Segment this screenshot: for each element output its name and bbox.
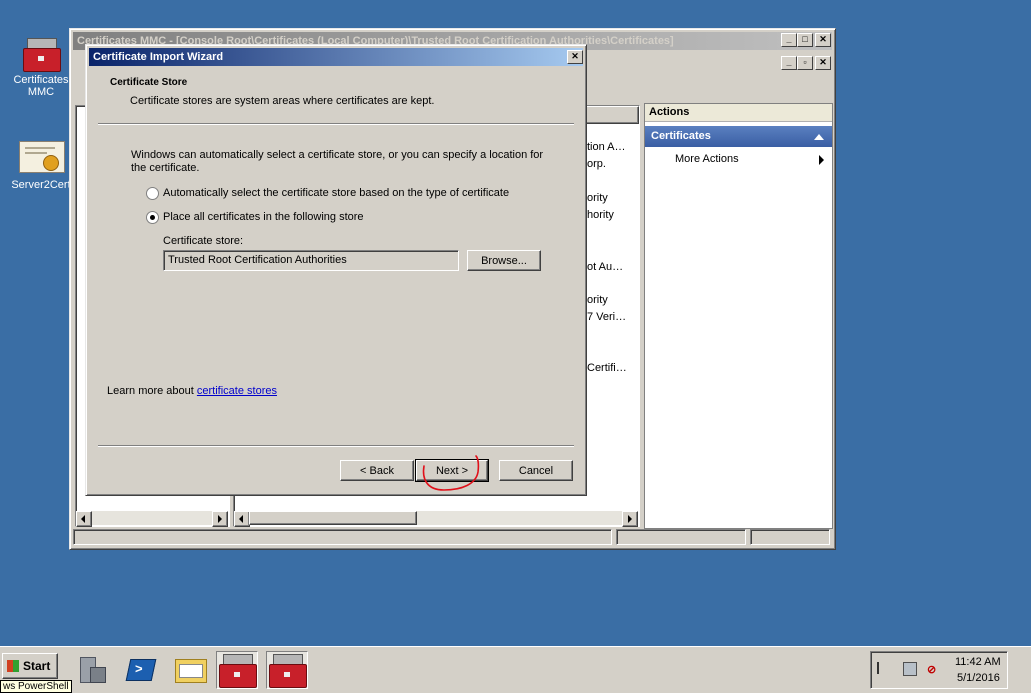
taskbar-mmc-active-icon[interactable] [266, 651, 308, 689]
tree-horizontal-scrollbar[interactable] [76, 511, 228, 527]
taskbar-mmc-icon[interactable] [216, 651, 258, 689]
start-label: Start [23, 659, 51, 673]
store-field: Trusted Root Certification Authorities [163, 250, 459, 271]
actions-section-certificates[interactable]: Certificates [645, 126, 832, 147]
taskbar: Start ws PowerShell > ⊘ 11:42 AM 5/1/201… [0, 646, 1031, 693]
server-manager-icon[interactable] [70, 651, 110, 687]
desktop-icon-server2cert[interactable]: Server2Cert [9, 141, 73, 191]
store-label: Certificate store: [163, 235, 244, 247]
maximize-icon[interactable]: □ [797, 33, 813, 47]
learn-more-text: Learn more about [107, 385, 197, 397]
volume-muted-icon[interactable]: ⊘ [927, 663, 936, 676]
system-tray: ⊘ 11:42 AM 5/1/2016 [870, 651, 1008, 689]
scroll-right-icon[interactable] [212, 511, 228, 527]
close-icon[interactable]: ✕ [815, 56, 831, 70]
flag-icon[interactable] [877, 662, 889, 674]
list-item[interactable]: tion A… [587, 141, 626, 153]
back-button[interactable]: < Back [340, 460, 414, 481]
learn-more: Learn more about certificate stores [107, 385, 277, 397]
scroll-right-icon[interactable] [622, 511, 638, 527]
windows-logo-icon [7, 660, 19, 672]
store-value: Trusted Root Certification Authorities [168, 254, 347, 266]
browse-button[interactable]: Browse... [467, 250, 541, 271]
radio-auto-select[interactable] [146, 187, 159, 200]
radio-place-in-store[interactable] [146, 211, 159, 224]
list-item[interactable]: 7 Veri… [587, 311, 626, 323]
actions-section-label: Certificates [651, 130, 711, 142]
clock-date[interactable]: 5/1/2016 [957, 672, 1000, 684]
option-auto-label: Automatically select the certificate sto… [163, 187, 510, 199]
option-auto-select[interactable]: Automatically select the certificate sto… [146, 186, 566, 201]
chevron-up-icon[interactable] [814, 134, 824, 140]
wizard-intro: Windows can automatically select a certi… [131, 149, 544, 174]
actions-header: Actions [645, 104, 832, 122]
list-item[interactable]: ority [587, 192, 608, 204]
start-button[interactable]: Start [2, 653, 58, 679]
toolbox-icon [21, 36, 61, 72]
minimize-icon[interactable]: _ [781, 56, 797, 70]
status-bar [73, 529, 830, 545]
restore-icon[interactable]: ▫ [797, 56, 813, 70]
wizard-title-bar: Certificate Import Wizard [89, 48, 583, 66]
wizard-title: Certificate Import Wizard [93, 51, 224, 63]
explorer-folder-icon[interactable] [170, 651, 210, 687]
network-icon[interactable] [903, 662, 917, 676]
certificate-import-wizard: Certificate Import Wizard ✕ Certificate … [85, 44, 587, 496]
list-horizontal-scrollbar[interactable] [234, 511, 638, 527]
close-icon[interactable]: ✕ [815, 33, 831, 47]
chevron-right-icon [819, 155, 824, 165]
desktop-icon-label: Certificates [13, 74, 69, 86]
powershell-tooltip: ws PowerShell [0, 680, 72, 693]
list-item[interactable]: ot Au… [587, 261, 623, 273]
minimize-icon[interactable]: _ [781, 33, 797, 47]
action-label: More Actions [675, 153, 739, 165]
scroll-left-icon[interactable] [76, 511, 92, 527]
list-item[interactable]: Certifi… [587, 362, 627, 374]
header-divider [98, 123, 574, 125]
scroll-thumb[interactable] [249, 511, 417, 525]
desktop-icon-label: MMC [27, 86, 55, 98]
wizard-heading: Certificate Store [110, 77, 188, 88]
certificate-stores-link[interactable]: certificate stores [197, 385, 277, 397]
list-item[interactable]: hority [587, 209, 614, 221]
powershell-icon[interactable]: > [120, 651, 160, 687]
list-item[interactable]: ority [587, 294, 608, 306]
action-more-actions[interactable]: More Actions [645, 150, 832, 168]
close-icon[interactable]: ✕ [567, 50, 583, 64]
desktop-icon-certificates-mmc[interactable]: Certificates MMC [9, 36, 73, 98]
cancel-button[interactable]: Cancel [499, 460, 573, 481]
footer-divider [98, 445, 574, 447]
list-item[interactable]: orp. [587, 158, 606, 170]
option-place-in-store[interactable]: Place all certificates in the following … [146, 210, 566, 225]
actions-pane: Actions Certificates More Actions [644, 103, 833, 529]
wizard-header: Certificate Store Certificate stores are… [90, 67, 580, 122]
annotation-circle [422, 455, 480, 491]
desktop-icon-label: Server2Cert [11, 179, 71, 191]
wizard-subheading: Certificate stores are system areas wher… [130, 95, 435, 107]
scroll-left-icon[interactable] [234, 511, 250, 527]
certificate-icon [19, 141, 65, 175]
option-manual-label: Place all certificates in the following … [163, 211, 364, 223]
clock-time[interactable]: 11:42 AM [955, 656, 1001, 668]
